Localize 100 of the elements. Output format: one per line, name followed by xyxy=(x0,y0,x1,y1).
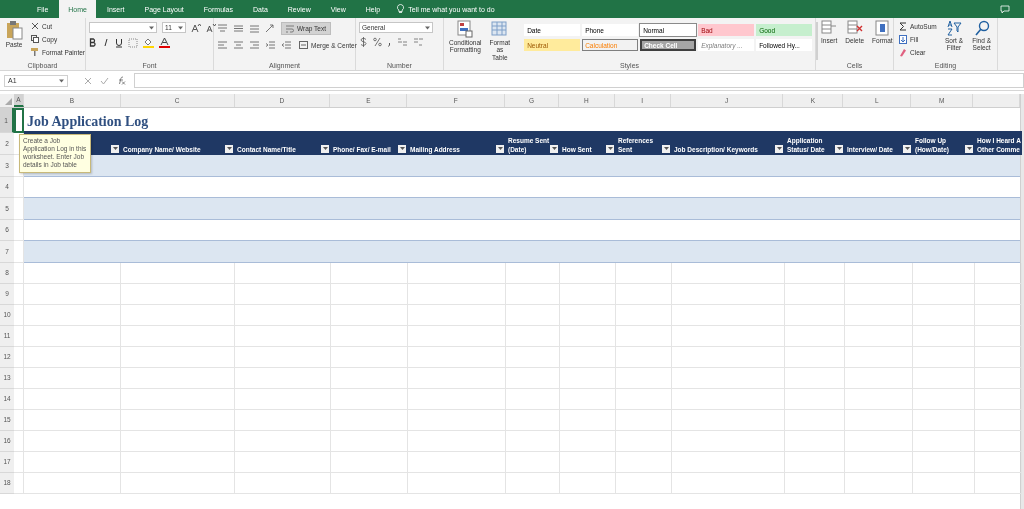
indent-icon[interactable] xyxy=(281,40,292,50)
grid-cell[interactable] xyxy=(616,325,672,347)
grid-cell[interactable] xyxy=(672,304,785,326)
grid-cell[interactable] xyxy=(506,388,560,410)
grid-cell[interactable] xyxy=(785,325,845,347)
grid-cell[interactable] xyxy=(560,367,616,389)
grid-cell[interactable] xyxy=(121,325,235,347)
grid-cell[interactable] xyxy=(408,283,506,305)
grid-cell[interactable] xyxy=(24,262,121,284)
bold-icon[interactable] xyxy=(89,38,97,47)
active-cell[interactable] xyxy=(14,108,24,133)
grid-cell[interactable] xyxy=(616,262,672,284)
grid-cell[interactable] xyxy=(560,262,616,284)
grid-cell[interactable] xyxy=(408,388,506,410)
grid-cell[interactable] xyxy=(785,451,845,473)
borders-icon[interactable] xyxy=(128,37,138,48)
grid-cell[interactable] xyxy=(235,472,331,494)
filter-dropdown[interactable] xyxy=(606,145,614,153)
grid-cell[interactable] xyxy=(616,430,672,452)
grid-cell[interactable] xyxy=(616,283,672,305)
grid-cell[interactable] xyxy=(24,367,121,389)
grid-cell[interactable] xyxy=(560,283,616,305)
grid-cell[interactable] xyxy=(672,283,785,305)
grid-cell[interactable] xyxy=(235,388,331,410)
filter-dropdown[interactable] xyxy=(965,145,973,153)
grid-cell[interactable] xyxy=(506,430,560,452)
indent-icon[interactable] xyxy=(265,40,276,50)
grid-cell[interactable] xyxy=(331,409,408,431)
grid-cell[interactable] xyxy=(14,367,24,389)
filter-dropdown[interactable] xyxy=(903,145,911,153)
grid-cell[interactable] xyxy=(14,304,24,326)
grid-cell[interactable] xyxy=(331,325,408,347)
grid-cell[interactable] xyxy=(24,409,121,431)
grid-cell[interactable] xyxy=(785,367,845,389)
percent-icon[interactable] xyxy=(373,37,382,47)
enter-icon[interactable] xyxy=(100,76,109,85)
grid-cell[interactable] xyxy=(913,472,975,494)
grid-cell[interactable] xyxy=(672,325,785,347)
grid-cell[interactable] xyxy=(913,430,975,452)
grid-cell[interactable] xyxy=(331,451,408,473)
grid-cell[interactable] xyxy=(14,451,24,473)
grid-cell[interactable] xyxy=(785,409,845,431)
grid-cell[interactable] xyxy=(913,346,975,368)
grid-cell[interactable] xyxy=(560,346,616,368)
grid-cell[interactable] xyxy=(845,346,913,368)
grid-cell[interactable] xyxy=(121,304,235,326)
select-all-icon[interactable] xyxy=(5,98,12,105)
grow-font-icon[interactable] xyxy=(191,22,201,33)
underline-icon[interactable] xyxy=(115,37,123,48)
grid-cell[interactable] xyxy=(616,346,672,368)
grid-cell[interactable] xyxy=(331,283,408,305)
grid-cell[interactable] xyxy=(913,262,975,284)
grid-cell[interactable] xyxy=(845,451,913,473)
grid-cell[interactable] xyxy=(845,388,913,410)
grid-cell[interactable] xyxy=(408,409,506,431)
grid-cell[interactable] xyxy=(913,388,975,410)
grid-cell[interactable] xyxy=(845,430,913,452)
grid-cell[interactable] xyxy=(845,325,913,347)
grid-cell[interactable] xyxy=(14,283,24,305)
grid-cell[interactable] xyxy=(672,388,785,410)
italic-icon[interactable] xyxy=(102,38,110,47)
grid-cell[interactable] xyxy=(672,472,785,494)
grid-cell[interactable] xyxy=(560,388,616,410)
grid-cell[interactable] xyxy=(913,451,975,473)
align-icon[interactable] xyxy=(249,24,260,33)
align-icon[interactable] xyxy=(217,40,228,50)
grid-cell[interactable] xyxy=(408,367,506,389)
grid-cell[interactable] xyxy=(616,367,672,389)
grid-cell[interactable] xyxy=(785,262,845,284)
font-name-field[interactable] xyxy=(89,22,157,33)
align-icon[interactable] xyxy=(233,24,244,33)
grid-cell[interactable] xyxy=(913,304,975,326)
grid-cell[interactable] xyxy=(672,430,785,452)
grid-cell[interactable] xyxy=(331,367,408,389)
grid-cell[interactable] xyxy=(785,304,845,326)
grid-cell[interactable] xyxy=(506,283,560,305)
grid-cell[interactable] xyxy=(24,472,121,494)
grid-cell[interactable] xyxy=(408,451,506,473)
grid-cell[interactable] xyxy=(560,451,616,473)
fill-color-icon[interactable] xyxy=(143,37,154,48)
align-icon[interactable] xyxy=(249,40,260,50)
grid-cell[interactable] xyxy=(121,451,235,473)
function-icon[interactable] xyxy=(117,76,126,85)
grid-cell[interactable] xyxy=(408,325,506,347)
grid-cell[interactable] xyxy=(121,472,235,494)
gallery-scrollbar[interactable] xyxy=(816,22,819,60)
grid-cell[interactable] xyxy=(785,346,845,368)
grid-cell[interactable] xyxy=(560,409,616,431)
grid-cell[interactable] xyxy=(506,472,560,494)
grid-cell[interactable] xyxy=(24,304,121,326)
grid-cell[interactable] xyxy=(121,346,235,368)
grid-cell[interactable] xyxy=(506,304,560,326)
grid-cell[interactable] xyxy=(14,472,24,494)
grid-cell[interactable] xyxy=(616,388,672,410)
grid-cell[interactable] xyxy=(616,409,672,431)
filter-dropdown[interactable] xyxy=(775,145,783,153)
grid-cell[interactable] xyxy=(408,346,506,368)
grid-cell[interactable] xyxy=(785,388,845,410)
grid-cell[interactable] xyxy=(235,430,331,452)
filter-dropdown[interactable] xyxy=(111,145,119,153)
